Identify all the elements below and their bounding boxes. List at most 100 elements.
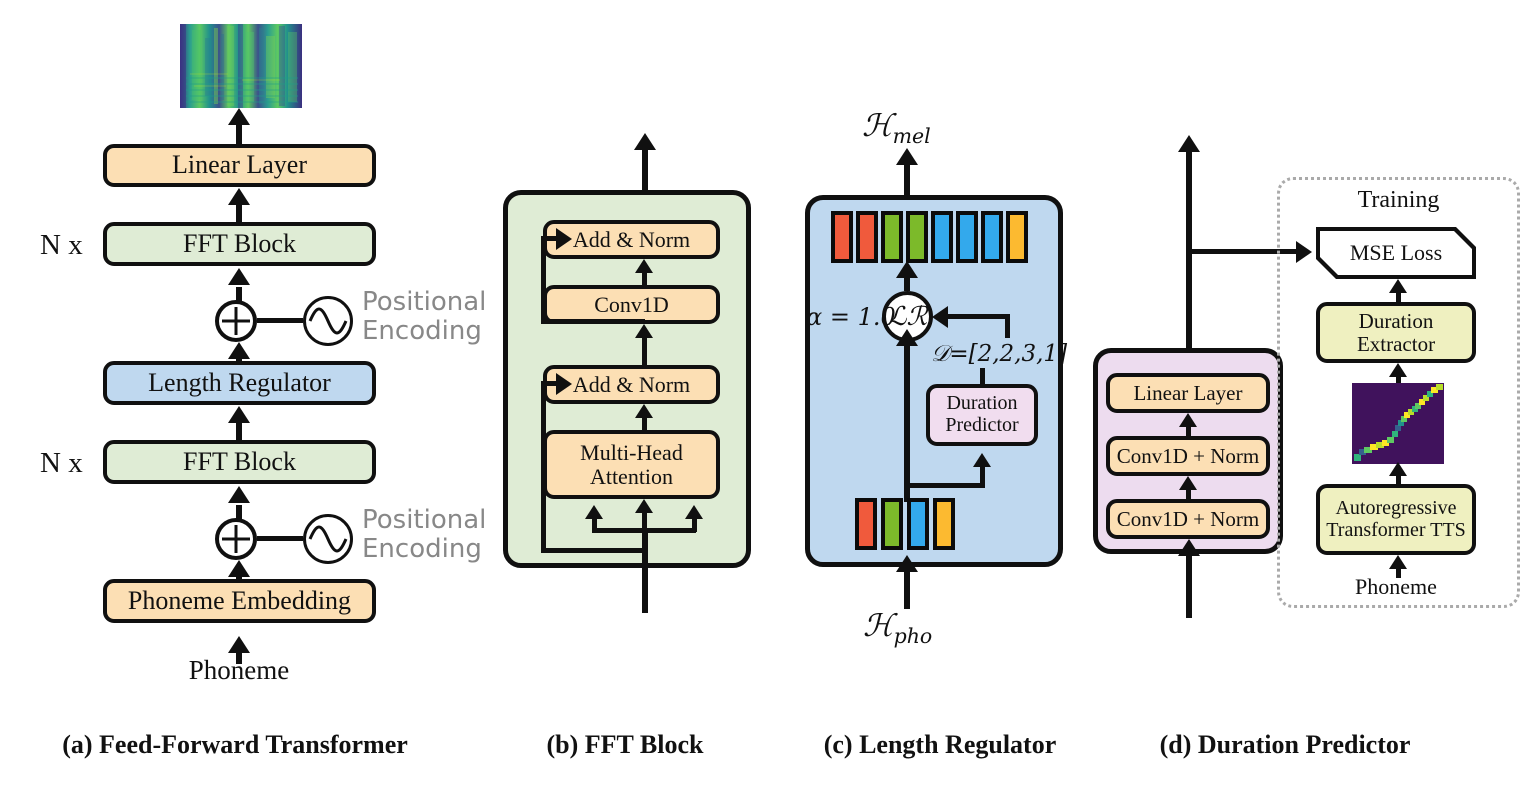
block-tts-line2: Transformer TTS [1326, 518, 1466, 541]
block-add-norm-bottom-label: Add & Norm [572, 371, 691, 397]
block-conv1d-label: Conv1D [594, 291, 669, 317]
arrow-addnorm2-to-conv-head [635, 324, 653, 338]
arrow-tts-to-align-head [1389, 462, 1407, 476]
block-length-regulator[interactable]: Length Regulator [103, 361, 376, 405]
pe-bottom-connector [257, 536, 303, 541]
arrow-lr-to-tokens-head [896, 261, 918, 278]
block-duration-extractor[interactable]: Duration Extractor [1316, 302, 1476, 363]
block-add-norm-top-label: Add & Norm [572, 226, 691, 252]
pe-top-label-line2: Encoding [362, 316, 482, 347]
qkv-left-stem [592, 518, 597, 532]
duration-to-lr-arrowhead [932, 306, 948, 328]
caption-panel-c: (c) Length Regulator [823, 730, 1057, 759]
residual-top-horizontal [541, 319, 645, 324]
block-mse-loss[interactable]: MSE Loss [1316, 227, 1476, 279]
panel-b-output-head [634, 133, 656, 150]
block-d-linear-layer-label: Linear Layer [1133, 380, 1243, 405]
caption-panel-a: (a) Feed-Forward Transformer [62, 730, 408, 759]
pe-top-sine-icon [303, 296, 353, 346]
input-token [933, 498, 955, 550]
expanded-tokens-row [831, 211, 1039, 263]
panel-a-input-label: Phoneme [188, 655, 290, 685]
pe-top-oplus-icon [215, 300, 257, 342]
training-title: Training [1357, 187, 1440, 213]
arrow-fft-top-to-linear-head [228, 188, 250, 205]
input-symbol-hpho-sub: pho [893, 624, 933, 649]
block-duration-predictor[interactable]: Duration Predictor [926, 384, 1038, 446]
residual-top-vertical [541, 236, 546, 324]
arrow-training-input-head [1389, 555, 1407, 569]
caption-panel-d: (d) Duration Predictor [1159, 730, 1411, 759]
block-phoneme-embedding[interactable]: Phoneme Embedding [103, 579, 376, 623]
pe-top-lower-head [228, 342, 250, 359]
block-d-linear-layer[interactable]: Linear Layer [1106, 373, 1270, 413]
dp-input-arrowhead [973, 453, 991, 467]
pe-bottom-label: Positional Encoding [362, 505, 486, 565]
residual-bottom-arrowhead [556, 373, 572, 395]
block-d-conv1d-norm-top-label: Conv1D + Norm [1116, 443, 1260, 468]
block-autoregressive-transformer-tts[interactable]: Autoregressive Transformer TTS [1316, 484, 1476, 555]
qkv-mid-head [635, 499, 653, 513]
block-duration-predictor-line1: Duration [946, 392, 1018, 415]
block-fft-block-bottom[interactable]: FFT Block [103, 440, 376, 484]
pe-top-upper-head [228, 268, 250, 285]
block-multi-head-attention[interactable]: Multi-Head Attention [543, 430, 720, 499]
block-tts-line1: Autoregressive [1335, 496, 1457, 519]
dp-input-horizontal [904, 483, 985, 488]
repeat-label-bottom: N x [40, 447, 83, 479]
pe-bottom-label-line2: Encoding [362, 534, 482, 565]
arrow-conv-to-addnorm-head [635, 259, 653, 273]
arrow-d-conv-top-to-linear-head [1179, 413, 1197, 427]
panel-c-output-head [896, 148, 918, 165]
input-token [881, 498, 903, 550]
panel-b: Add & Norm Conv1D Add & Norm Multi-Head … [470, 0, 790, 700]
caption-panel-b: (b) FFT Block [546, 730, 704, 759]
pe-top-label-line1: Positional [362, 287, 487, 317]
block-length-regulator-label: Length Regulator [148, 367, 331, 397]
block-duration-extractor-line2: Extractor [1356, 331, 1436, 356]
residual-top-arrowhead [556, 228, 572, 250]
qkv-right-head [685, 505, 703, 519]
panel-d-input-shaft [1186, 552, 1192, 614]
panel-c: ℋmel ℒℛ α = 1.0 𝒟=[2,2,3,1] Duration Pre… [790, 0, 1080, 700]
pe-bottom-lower-head [228, 560, 250, 577]
pe-top-connector [257, 318, 303, 323]
figure-root: Linear Layer FFT Block N x Positional En… [0, 0, 1530, 788]
output-symbol-hmel: ℋmel [862, 108, 931, 148]
expanded-token [981, 211, 1003, 263]
expanded-token [831, 211, 853, 263]
duration-sequence-label: 𝒟=[2,2,3,1] [931, 341, 1068, 367]
repeat-label-top: N x [40, 229, 83, 261]
expanded-token [956, 211, 978, 263]
block-phoneme-embedding-label: Phoneme Embedding [127, 585, 352, 615]
block-mha-label-line1: Multi-Head [580, 439, 683, 465]
residual-bottom-vertical [541, 381, 546, 553]
input-symbol-hpho: ℋpho [863, 608, 932, 648]
pe-bottom-sine-glyph [308, 525, 348, 553]
arrow-input-to-embedding-head [228, 636, 250, 653]
training-input-label: Phoneme [1355, 574, 1437, 599]
block-duration-extractor-line1: Duration [1358, 308, 1434, 333]
block-d-conv1d-norm-bottom[interactable]: Conv1D + Norm [1106, 499, 1270, 539]
arrow-mha-to-addnorm-head [635, 404, 653, 418]
arrow-addnorm2-to-conv-shaft [642, 337, 647, 366]
duration-to-lr-vertical [1005, 314, 1010, 338]
panel-d: Linear Layer Conv1D + Norm Conv1D + Norm… [1080, 0, 1530, 700]
mel-spectrogram-svg [180, 24, 302, 108]
mel-spectrogram-image [180, 24, 302, 108]
dp-to-duration-stem [980, 368, 985, 384]
pe-top-label: Positional Encoding [362, 287, 487, 347]
panel-a: Linear Layer FFT Block N x Positional En… [0, 0, 486, 700]
duration-to-lr-horizontal [946, 314, 1010, 319]
block-d-conv1d-norm-top[interactable]: Conv1D + Norm [1106, 436, 1270, 476]
expanded-token [881, 211, 903, 263]
block-mse-loss-label: MSE Loss [1349, 240, 1443, 265]
block-linear-layer[interactable]: Linear Layer [103, 144, 376, 187]
block-duration-predictor-line2: Predictor [945, 414, 1019, 436]
input-token [855, 498, 877, 550]
panel-b-output-shaft [642, 145, 648, 192]
attention-alignment-image [1352, 383, 1444, 464]
output-symbol-hmel-sub: mel [892, 124, 931, 149]
block-fft-block-top[interactable]: FFT Block [103, 222, 376, 266]
panel-c-input-head [896, 555, 918, 572]
